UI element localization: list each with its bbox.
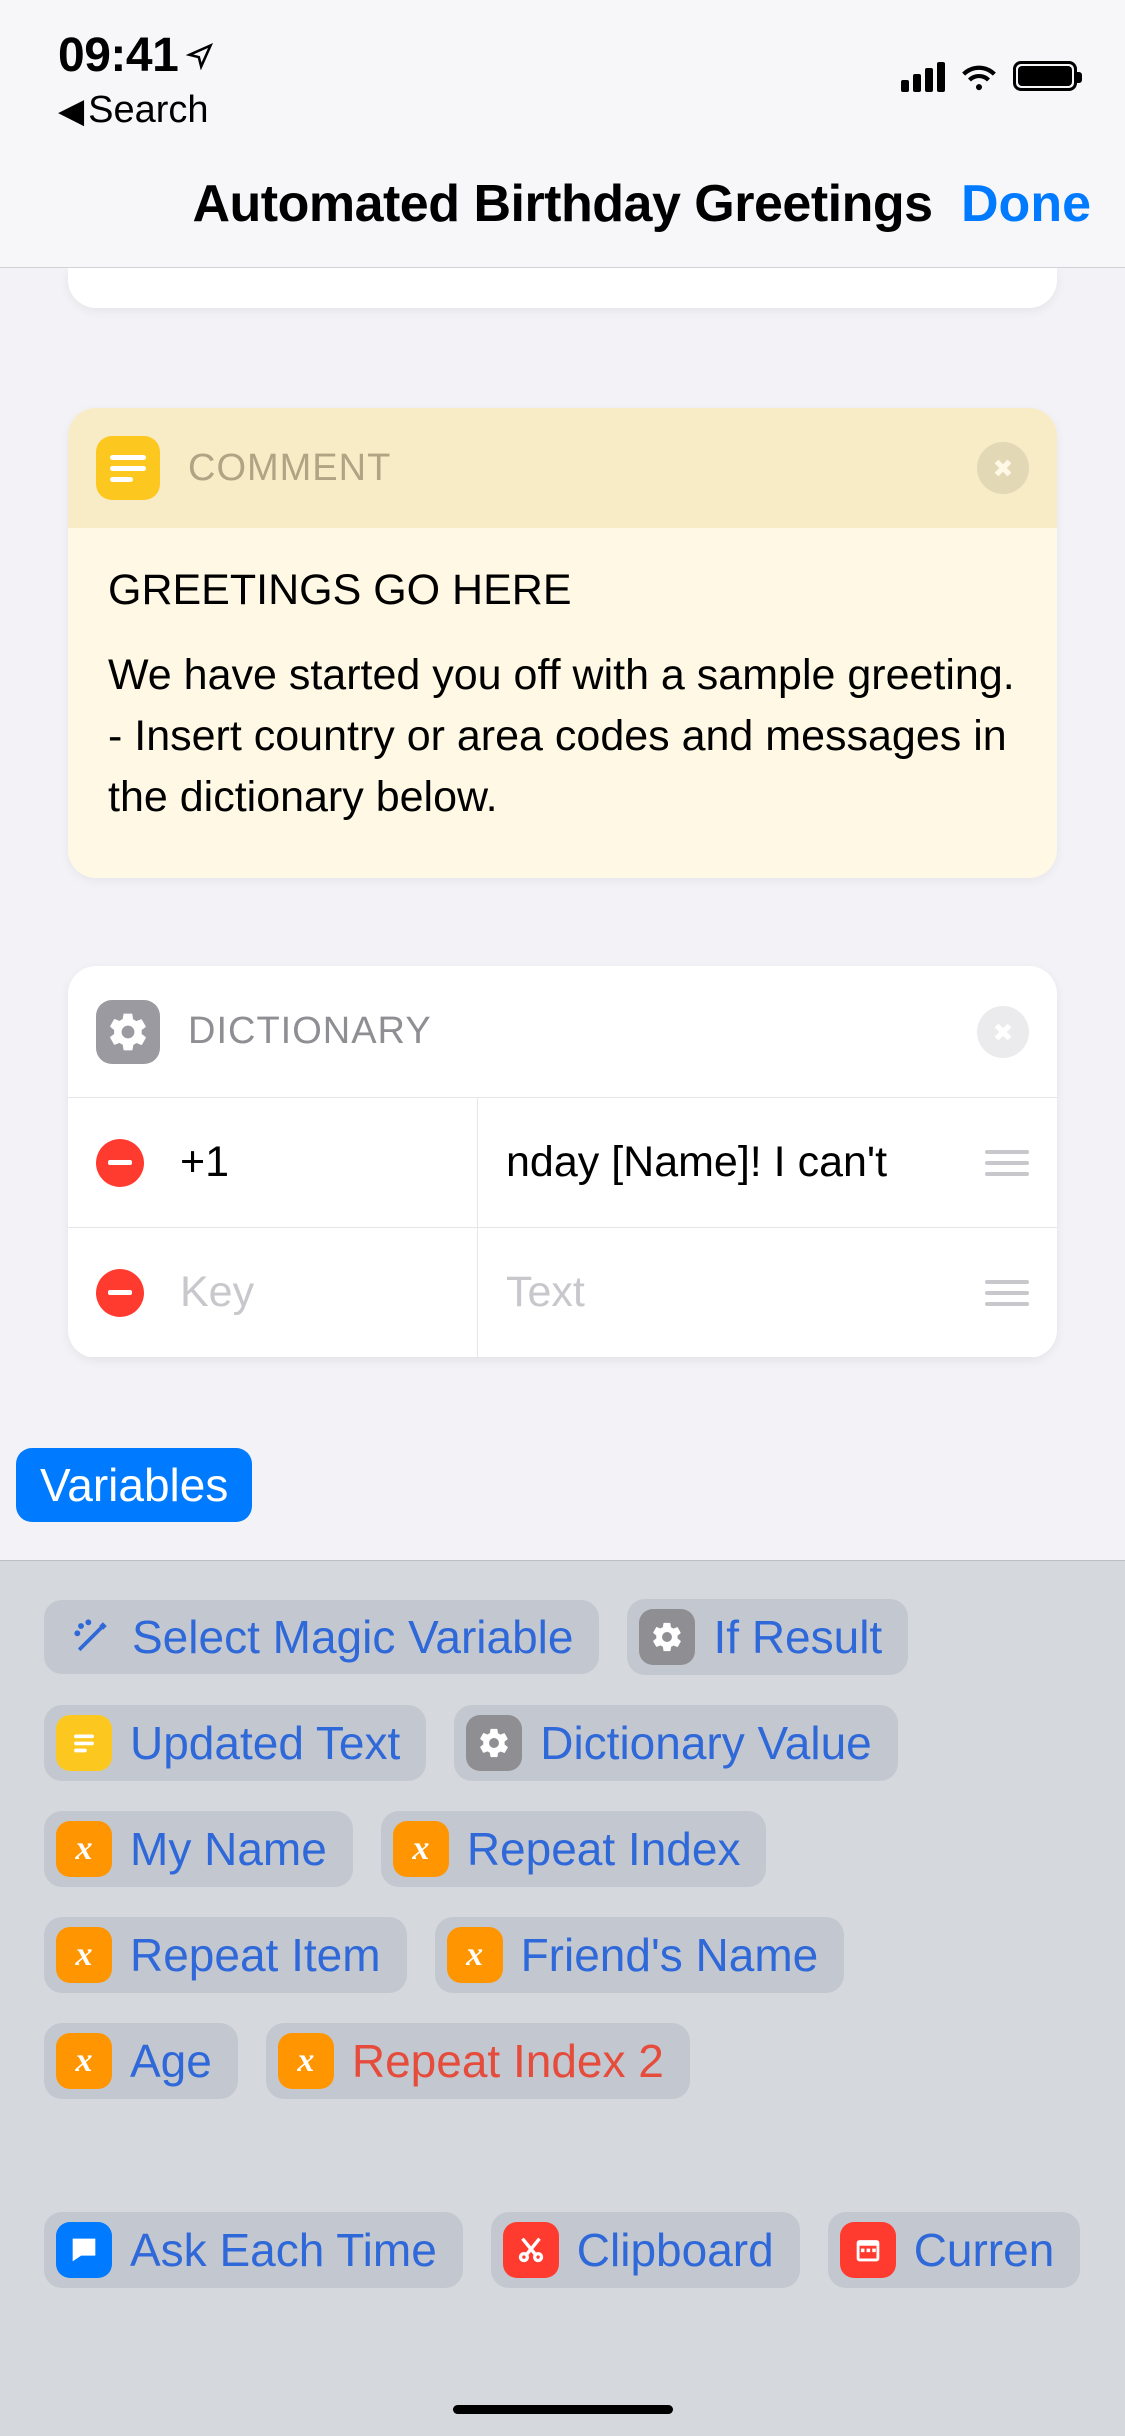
comment-line-1: GREETINGS GO HERE: [108, 560, 1017, 621]
calendar-icon: [840, 2222, 896, 2278]
if-result-pill[interactable]: If Result: [627, 1599, 908, 1675]
status-time: 09:41: [58, 28, 214, 83]
gear-icon: [466, 1715, 522, 1771]
repeat-item-pill[interactable]: x Repeat Item: [44, 1917, 407, 1993]
drag-handle-icon[interactable]: [985, 1280, 1029, 1306]
variable-x-icon: x: [56, 1821, 112, 1877]
variables-chip[interactable]: Variables: [16, 1448, 252, 1522]
dictionary-row: Key Text: [68, 1228, 1057, 1358]
clipboard-pill[interactable]: Clipboard: [491, 2212, 800, 2288]
comment-header-label: COMMENT: [188, 447, 391, 490]
status-bar: 09:41 ◀ Search: [0, 0, 1125, 140]
dict-value-input[interactable]: nday [Name]! I can't: [506, 1138, 887, 1187]
comment-header: COMMENT: [68, 408, 1057, 528]
remove-row-button[interactable]: [96, 1269, 144, 1317]
location-icon: [186, 42, 214, 70]
dictionary-icon: [96, 1000, 160, 1064]
comment-body[interactable]: GREETINGS GO HERE We have started you of…: [68, 528, 1057, 878]
back-to-search[interactable]: ◀ Search: [58, 89, 209, 132]
dict-key-input[interactable]: +1: [180, 1138, 229, 1187]
dictionary-row: +1 nday [Name]! I can't: [68, 1098, 1057, 1228]
dictionary-value-pill[interactable]: Dictionary Value: [454, 1705, 898, 1781]
my-name-pill[interactable]: x My Name: [44, 1811, 353, 1887]
variable-x-icon: x: [393, 1821, 449, 1877]
current-date-pill[interactable]: Curren: [828, 2212, 1081, 2288]
repeat-index-pill[interactable]: x Repeat Index: [381, 1811, 767, 1887]
variable-x-icon: x: [278, 2033, 334, 2089]
comment-line-3: - Insert country or area codes and messa…: [108, 706, 1017, 828]
content-scroll[interactable]: COMMENT GREETINGS GO HERE We have starte…: [0, 268, 1125, 1358]
select-magic-variable-button[interactable]: Select Magic Variable: [44, 1600, 599, 1674]
comment-line-2: We have started you off with a sample gr…: [108, 645, 1017, 706]
variable-x-icon: x: [56, 2033, 112, 2089]
back-caret-icon: ◀: [58, 91, 84, 131]
dictionary-action-card: DICTIONARY +1 nday [Name]! I can't: [68, 966, 1057, 1358]
page-title: Automated Birthday Greetings: [192, 174, 932, 234]
dictionary-delete-button[interactable]: [977, 1006, 1029, 1058]
ask-each-time-pill[interactable]: Ask Each Time: [44, 2212, 463, 2288]
gear-icon: [639, 1609, 695, 1665]
dictionary-header: DICTIONARY: [68, 966, 1057, 1098]
dictionary-header-label: DICTIONARY: [188, 1010, 432, 1053]
comment-action-card: COMMENT GREETINGS GO HERE We have starte…: [68, 408, 1057, 878]
home-indicator[interactable]: [453, 2405, 673, 2414]
repeat-index-2-pill[interactable]: x Repeat Index 2: [266, 2023, 690, 2099]
wifi-icon: [959, 56, 999, 96]
age-pill[interactable]: x Age: [44, 2023, 238, 2099]
nav-bar: Automated Birthday Greetings Done: [0, 140, 1125, 268]
cell-signal-icon: [901, 60, 945, 92]
remove-row-button[interactable]: [96, 1139, 144, 1187]
friends-name-pill[interactable]: x Friend's Name: [435, 1917, 845, 1993]
status-right: [901, 28, 1077, 96]
previous-card-sliver: [68, 268, 1057, 308]
done-button[interactable]: Done: [961, 174, 1091, 234]
text-lines-icon: [56, 1715, 112, 1771]
dict-value-input[interactable]: Text: [506, 1268, 585, 1317]
updated-text-pill[interactable]: Updated Text: [44, 1705, 426, 1781]
variable-x-icon: x: [447, 1927, 503, 1983]
comment-delete-button[interactable]: [977, 442, 1029, 494]
variable-x-icon: x: [56, 1927, 112, 1983]
variables-panel: Select Magic Variable If Result Updated …: [0, 1560, 1125, 2436]
chat-bubble-icon: [56, 2222, 112, 2278]
scissors-icon: [503, 2222, 559, 2278]
battery-icon: [1013, 61, 1077, 91]
comment-icon: [96, 436, 160, 500]
drag-handle-icon[interactable]: [985, 1150, 1029, 1176]
quick-variables-row[interactable]: Ask Each Time Clipboard Curren: [44, 2212, 1125, 2288]
dict-key-input[interactable]: Key: [180, 1268, 254, 1317]
